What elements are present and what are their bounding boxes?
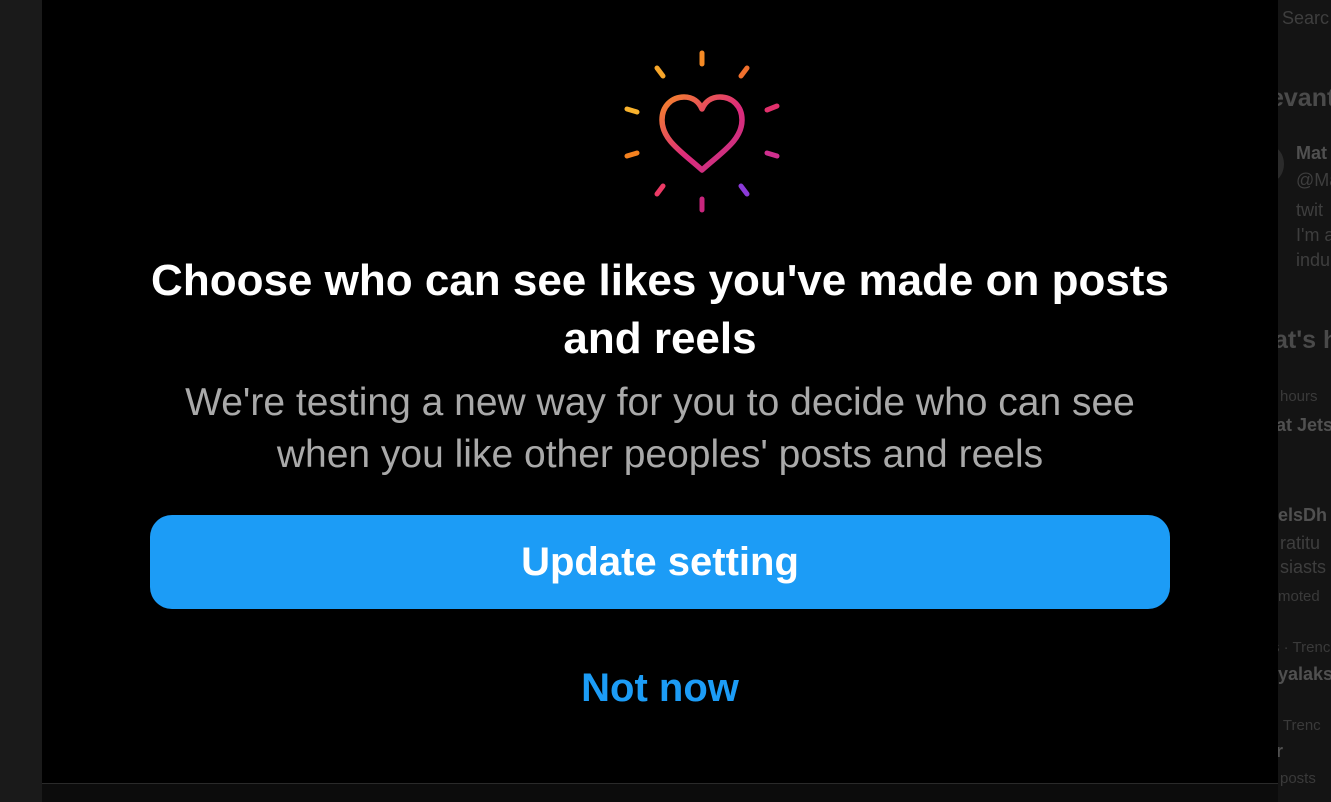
trend-description: siasts: [1280, 557, 1327, 577]
backdrop-bottom: [42, 784, 1278, 802]
dialog-title: Choose who can see likes you've made on …: [151, 256, 1169, 363]
trend-meta: s · Trenc: [1278, 639, 1331, 656]
account-handle: @Ma: [1296, 170, 1331, 190]
dialog-description: We're testing a new way for you to decid…: [185, 381, 1135, 476]
account-bio-line: indu: [1296, 250, 1331, 270]
screen: Choose who can see likes you've made on …: [0, 0, 1331, 802]
trend-post-count: posts: [1280, 770, 1316, 787]
account-name: Mat: [1296, 143, 1327, 163]
trend-description: ratitu: [1280, 533, 1321, 553]
relevant-people-heading: evant: [1278, 84, 1331, 112]
background-sidebar: Searc evant Mat @Ma twit I'm a indu at's…: [1278, 0, 1331, 802]
update-setting-button[interactable]: Update setting: [150, 515, 1170, 609]
account-bio-line: I'm a: [1296, 225, 1331, 245]
account-bio-line: twit: [1296, 200, 1323, 220]
trends-heading: at's h: [1278, 326, 1331, 354]
avatar: [1278, 146, 1284, 182]
search-placeholder: Searc: [1282, 8, 1330, 28]
heart-burst-icon: [620, 46, 784, 216]
trend-title: at Jets: [1278, 415, 1331, 435]
trend-title: elsDh: [1278, 505, 1328, 525]
trend-meta: hours: [1280, 388, 1318, 405]
trend-meta: · Trenc: [1278, 717, 1321, 734]
trend-title: r: [1278, 741, 1284, 761]
promoted-label: moted: [1278, 588, 1320, 605]
trend-title: yalaks: [1278, 664, 1331, 684]
not-now-button[interactable]: Not now: [460, 656, 860, 720]
backdrop-left: [0, 0, 42, 802]
